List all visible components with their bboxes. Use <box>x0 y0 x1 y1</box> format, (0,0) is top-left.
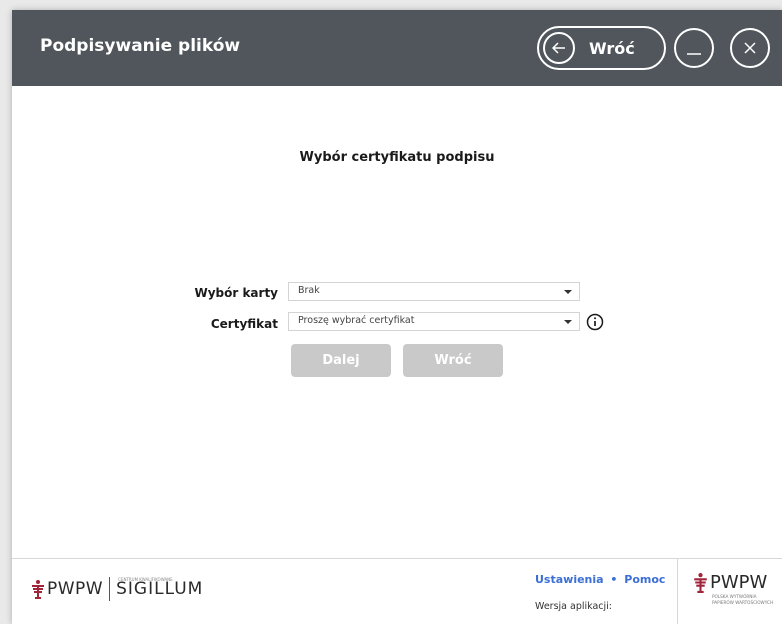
next-button[interactable]: Dalej <box>291 344 391 377</box>
pwpw-sigillum-logo: PWPW CENTRUM KWALIFIKOWANE SIGILLUM <box>32 576 203 602</box>
card-select-label: Wybór karty <box>194 286 278 300</box>
sigillum-caption: CENTRUM KWALIFIKOWANE <box>118 577 173 582</box>
section-title: Wybór certyfikatu podpisu <box>299 150 495 165</box>
back-button[interactable]: Wróć <box>403 344 503 377</box>
help-link[interactable]: Pomoc <box>624 573 665 586</box>
link-separator: • <box>610 573 618 586</box>
certificate-select[interactable]: Proszę wybrać certyfikat <box>288 312 580 331</box>
pwpw-eagle-icon <box>32 580 44 599</box>
sigillum-block: CENTRUM KWALIFIKOWANE SIGILLUM <box>116 577 204 599</box>
footer-links: Ustawienia • Pomoc <box>535 573 665 586</box>
minimize-icon <box>687 53 701 55</box>
card-select[interactable]: Brak <box>288 282 580 301</box>
chevron-down-icon <box>564 320 572 324</box>
footer-vertical-divider <box>677 559 678 624</box>
logo-right-subtitle-1: POLSKA WYTWÓRNIA <box>712 594 757 599</box>
minimize-button[interactable] <box>674 28 714 68</box>
info-icon[interactable] <box>586 313 604 331</box>
titlebar-back-button[interactable]: Wróć <box>537 26 666 70</box>
sigillum-text: SIGILLUM <box>116 579 204 599</box>
version-label: Wersja aplikacji: <box>535 601 613 612</box>
app-title: Podpisywanie plików <box>40 36 241 56</box>
titlebar-back-label: Wróć <box>589 38 635 58</box>
close-button[interactable] <box>730 28 770 68</box>
close-icon <box>744 42 756 54</box>
app-window: Podpisywanie plików Wróć Wybór certyfika… <box>12 10 782 624</box>
logo-separator <box>109 577 111 601</box>
settings-link[interactable]: Ustawienia <box>535 573 604 586</box>
title-bar: Podpisywanie plików Wróć <box>12 10 782 86</box>
arrow-left-icon <box>543 32 575 64</box>
chevron-down-icon <box>564 290 572 294</box>
certificate-select-value: Proszę wybrać certyfikat <box>298 315 415 326</box>
certificate-select-label: Certyfikat <box>210 317 278 331</box>
logo-pwpw-text: PWPW <box>47 579 104 599</box>
pwpw-logo: PWPW POLSKA WYTWÓRNIA PAPIERÓW WARTOŚCIO… <box>694 572 774 605</box>
card-select-value: Brak <box>298 285 320 296</box>
footer-divider <box>12 558 782 559</box>
logo-right-pwpw-text: PWPW <box>710 572 768 593</box>
pwpw-eagle-icon <box>694 573 707 593</box>
logo-right-subtitle-2: PAPIERÓW WARTOŚCIOWYCH <box>712 600 774 605</box>
